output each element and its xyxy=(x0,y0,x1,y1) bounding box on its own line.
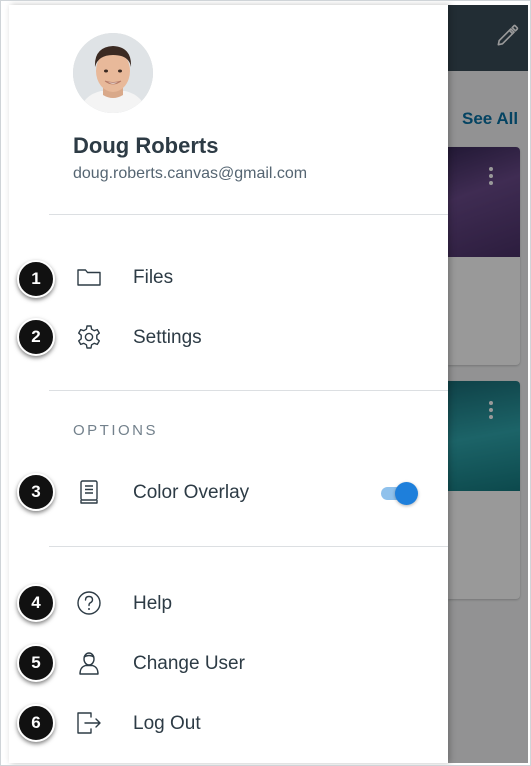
user-name: Doug Roberts xyxy=(73,133,219,158)
option-label: Color Overlay xyxy=(133,482,250,503)
user-icon xyxy=(79,652,99,675)
menu-item-change-user[interactable]: Change User xyxy=(9,635,448,691)
book-icon xyxy=(80,480,98,504)
callout-badge: 3 xyxy=(17,473,55,511)
background-dashboard: See All xyxy=(448,5,528,763)
scrim-overlay[interactable] xyxy=(448,5,528,763)
callout-badge: 5 xyxy=(17,644,55,682)
log-out-icon xyxy=(77,712,101,734)
options-section-title: OPTIONS xyxy=(73,422,159,439)
menu-item-files[interactable]: Files xyxy=(9,249,448,305)
callout-badge: 4 xyxy=(17,584,55,622)
toggle-thumb xyxy=(395,482,418,505)
callout-badge: 1 xyxy=(17,260,55,298)
user-email: doug.roberts.canvas@gmail.com xyxy=(73,165,308,182)
gear-icon xyxy=(78,325,100,349)
app-frame: See All Doug Roberts doug.roberts.canvas… xyxy=(0,0,531,766)
question-circle-icon xyxy=(77,591,101,615)
menu-item-label: Files xyxy=(133,267,174,288)
menu-item-help[interactable]: Help xyxy=(9,575,448,631)
menu-item-log-out[interactable]: Log Out xyxy=(9,695,448,751)
callout-badge: 6 xyxy=(17,704,55,742)
divider xyxy=(49,214,448,215)
menu-item-settings[interactable]: Settings xyxy=(9,309,448,365)
menu-item-label: Change User xyxy=(133,653,245,674)
callout-badge: 2 xyxy=(17,318,55,356)
color-overlay-toggle[interactable] xyxy=(377,481,419,505)
menu-item-label: Log Out xyxy=(133,713,201,734)
folder-icon xyxy=(77,269,101,286)
avatar xyxy=(73,33,153,113)
divider xyxy=(49,546,448,547)
menu-item-label: Settings xyxy=(133,327,202,348)
menu-item-label: Help xyxy=(133,593,173,614)
divider xyxy=(49,390,448,391)
navigation-drawer: Doug Roberts doug.roberts.canvas@gmail.c… xyxy=(9,5,448,763)
